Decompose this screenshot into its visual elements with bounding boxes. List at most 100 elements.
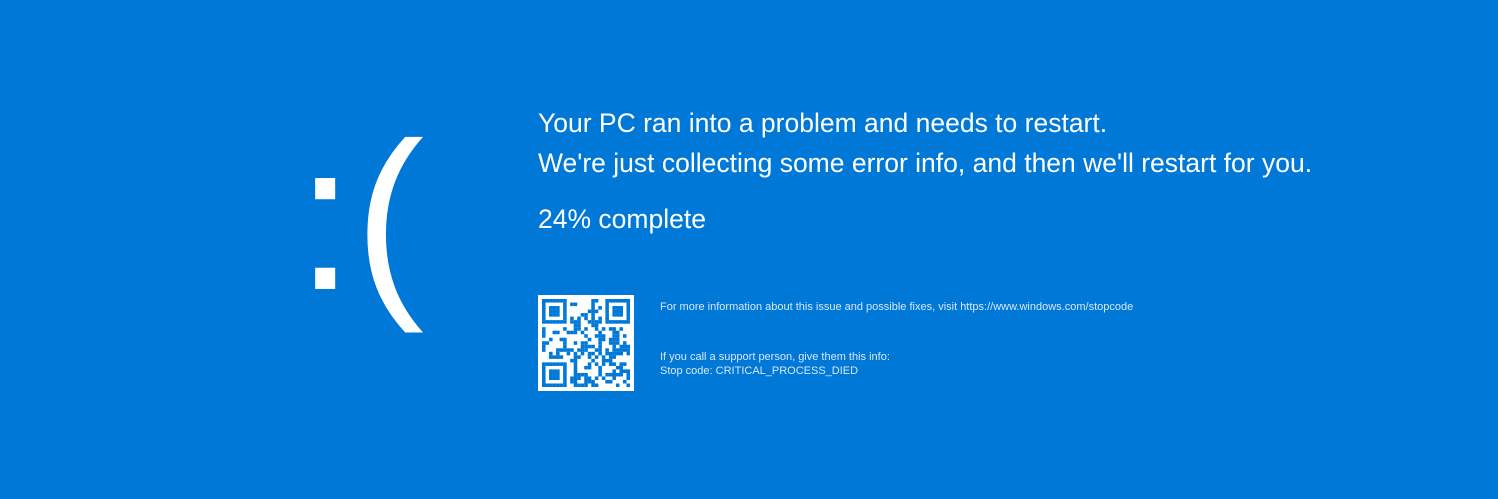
- qr-module: [626, 372, 631, 377]
- qr-module: [545, 341, 550, 345]
- qr-module: [598, 334, 602, 338]
- qr-module: [605, 348, 609, 352]
- qr-module: [545, 383, 550, 388]
- qr-module: [594, 355, 599, 359]
- qr-module: [542, 362, 546, 366]
- qr-module: [612, 309, 616, 314]
- qr-module: [608, 351, 613, 356]
- qr-module: [626, 351, 631, 356]
- qr-module: [591, 344, 595, 349]
- qr-module: [619, 348, 624, 352]
- qr-module: [626, 369, 631, 373]
- error-message-block: Your PC ran into a problem and needs to …: [538, 103, 1478, 236]
- qr-module: [563, 320, 567, 324]
- qr-module: [622, 341, 627, 345]
- qr-module: [619, 344, 624, 349]
- qr-module: [549, 372, 553, 377]
- qr-module: [556, 383, 560, 388]
- qr-module: [591, 306, 595, 310]
- qr-module: [573, 323, 578, 328]
- qr-module: [556, 313, 560, 317]
- qr-module: [570, 358, 574, 363]
- qr-module: [615, 341, 620, 345]
- qr-module: [549, 299, 553, 303]
- qr-module: [556, 306, 560, 310]
- qr-module: [573, 362, 578, 366]
- qr-module: [563, 362, 567, 366]
- more-info-text: For more information about this issue an…: [660, 301, 1134, 313]
- qr-module: [601, 362, 606, 366]
- qr-module: [552, 330, 557, 335]
- qr-module: [608, 299, 613, 303]
- qr-module: [587, 337, 592, 342]
- qr-module: [598, 337, 602, 342]
- qr-module: [545, 320, 550, 324]
- qr-module: [552, 376, 557, 381]
- qr-module: [542, 309, 546, 314]
- qr-module: [584, 379, 588, 384]
- qr-module: [619, 309, 624, 314]
- qr-module: [584, 327, 588, 331]
- qr-module: [563, 316, 567, 321]
- qr-module: [608, 320, 613, 324]
- qr-module: [542, 383, 546, 388]
- qr-module: [591, 351, 595, 356]
- qr-module: [566, 348, 571, 352]
- qr-module: [556, 362, 560, 366]
- qr-module: [619, 313, 624, 317]
- qr-module: [594, 383, 599, 388]
- qr-module: [587, 355, 592, 359]
- qr-module: [612, 341, 616, 345]
- qr-module: [563, 372, 567, 377]
- qr-module: [598, 344, 602, 349]
- qr-module: [598, 330, 602, 335]
- qr-module: [615, 330, 620, 335]
- qr-module: [573, 320, 578, 324]
- qr-module: [626, 383, 631, 388]
- qr-module: [542, 313, 546, 317]
- qr-module: [612, 313, 616, 317]
- qr-module: [556, 309, 560, 314]
- qr-module: [626, 376, 631, 381]
- qr-module: [580, 313, 585, 317]
- qr-module: [573, 376, 578, 381]
- qr-module: [563, 327, 567, 331]
- qr-module: [563, 302, 567, 307]
- qr-module: [573, 341, 578, 345]
- qr-module: [549, 309, 553, 314]
- qr-module: [605, 372, 609, 377]
- qr-module: [559, 337, 564, 342]
- qr-module: [605, 320, 609, 324]
- qr-module: [608, 341, 613, 345]
- qr-module: [549, 320, 553, 324]
- qr-module: [556, 330, 560, 335]
- qr-module: [612, 327, 616, 331]
- qr-module: [591, 358, 595, 363]
- support-info-text: If you call a support person, give them …: [660, 351, 890, 363]
- qr-module: [615, 334, 620, 338]
- qr-module: [556, 369, 560, 373]
- qr-module: [577, 372, 581, 377]
- qr-module: [552, 313, 557, 317]
- qr-module: [542, 369, 546, 373]
- qr-module: [542, 306, 546, 310]
- qr-module: [577, 383, 581, 388]
- qr-module: [615, 299, 620, 303]
- qr-module: [577, 323, 581, 328]
- qr-module: [573, 351, 578, 356]
- qr-module: [563, 348, 567, 352]
- qr-module: [580, 372, 585, 377]
- qr-module: [577, 355, 581, 359]
- qr-module: [608, 337, 613, 342]
- qr-module: [608, 358, 613, 363]
- qr-module: [626, 316, 631, 321]
- qr-module: [556, 348, 560, 352]
- qr-module: [542, 376, 546, 381]
- qr-module: [559, 362, 564, 366]
- progress-text: 24% complete: [538, 204, 706, 234]
- qr-module: [622, 369, 627, 373]
- qr-module: [542, 341, 546, 345]
- qr-module: [622, 344, 627, 349]
- qr-module: [615, 351, 620, 356]
- qr-module: [594, 327, 599, 331]
